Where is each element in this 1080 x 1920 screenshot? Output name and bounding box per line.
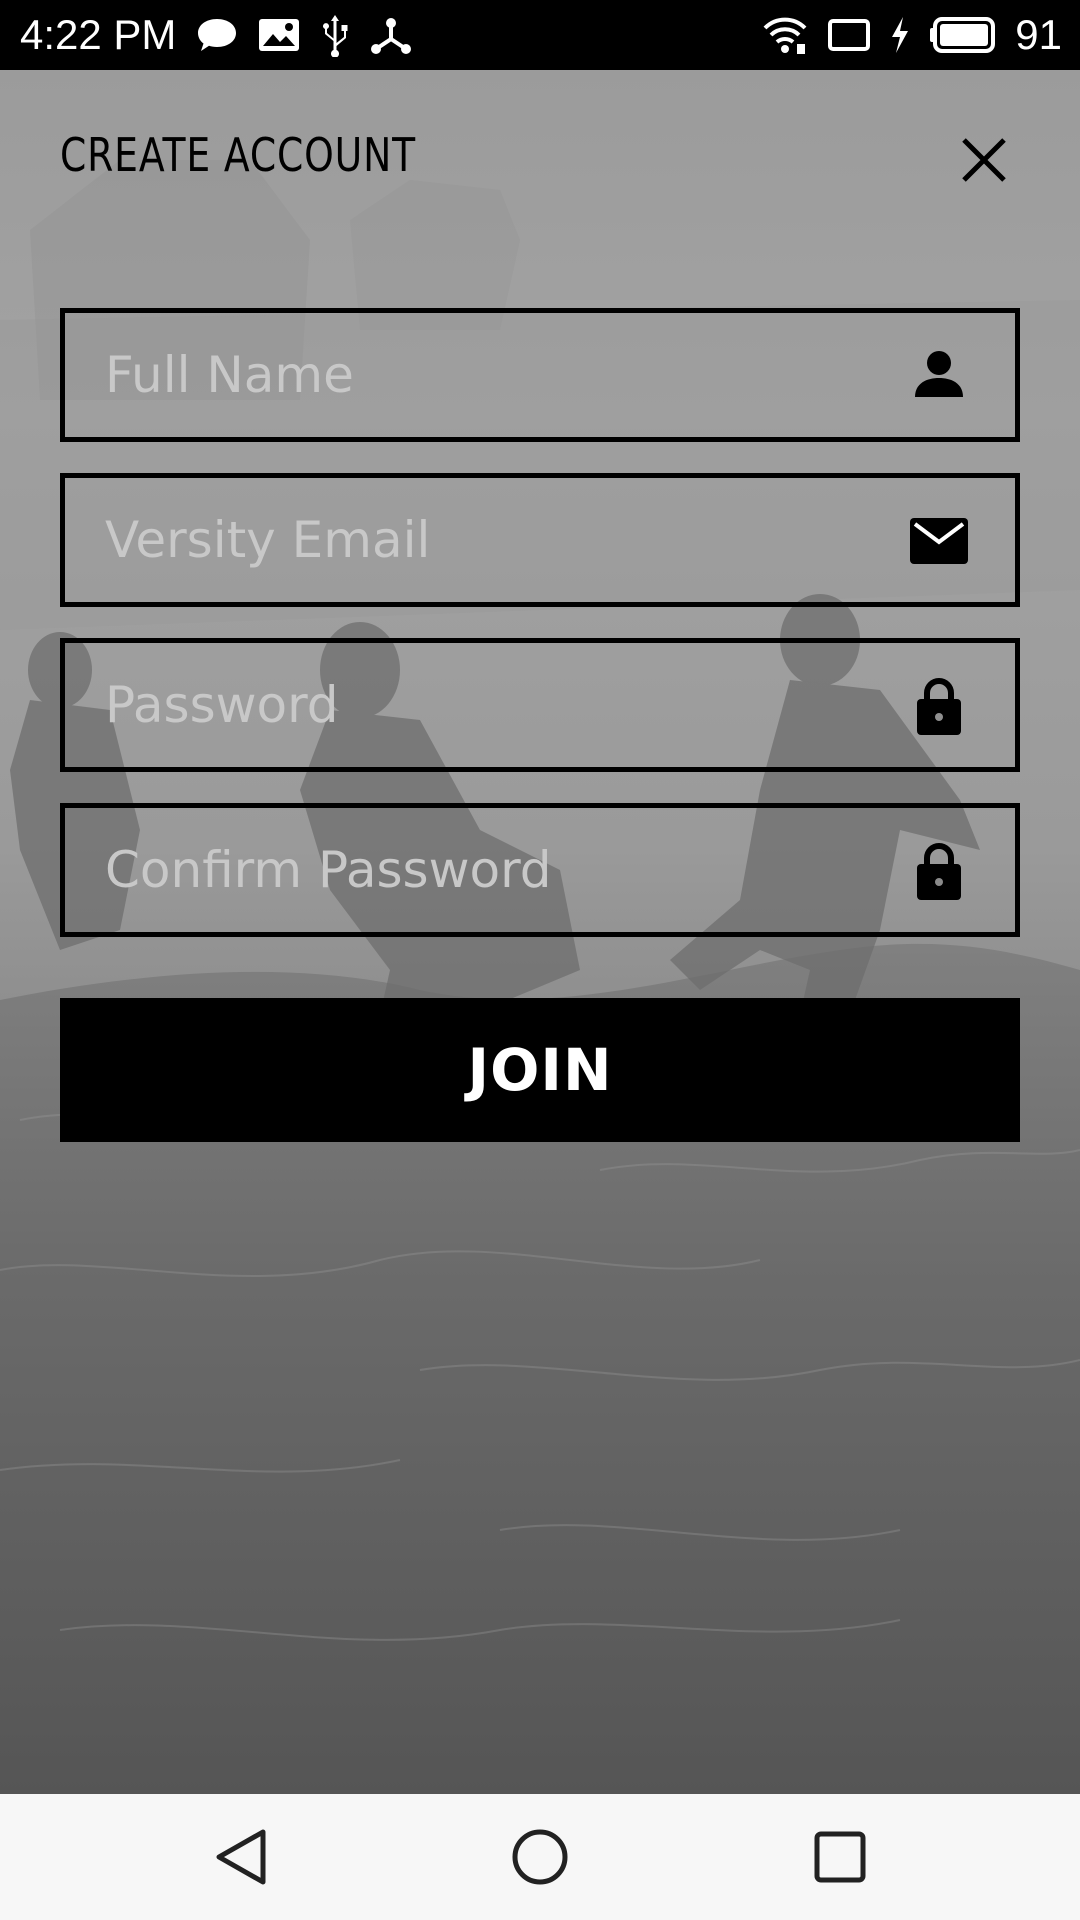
home-icon bbox=[512, 1829, 568, 1885]
password-input[interactable] bbox=[105, 643, 885, 767]
close-icon bbox=[962, 138, 1006, 182]
lock-icon bbox=[917, 678, 961, 735]
battery-percentage: 91 bbox=[1015, 11, 1062, 58]
system-status-icons: 91 bbox=[761, 8, 1062, 62]
mail-icon bbox=[910, 518, 968, 564]
status-time: 4:22 PM bbox=[20, 11, 177, 58]
charging-icon bbox=[892, 17, 909, 53]
confirm-password-input[interactable] bbox=[105, 808, 885, 932]
chat-bubble-icon bbox=[198, 19, 236, 51]
close-button[interactable] bbox=[954, 130, 1014, 190]
back-icon bbox=[216, 1829, 266, 1885]
password-field[interactable] bbox=[60, 638, 1020, 772]
join-button[interactable]: JOIN bbox=[60, 998, 1020, 1142]
confirm-password-field[interactable] bbox=[60, 803, 1020, 937]
nav-home-button[interactable] bbox=[505, 1822, 575, 1892]
person-icon bbox=[915, 351, 963, 397]
lock-icon bbox=[917, 843, 961, 900]
usb-icon bbox=[323, 15, 348, 57]
image-notification-icon bbox=[259, 19, 299, 51]
status-bar: 4:22 PM 91 bbox=[0, 0, 1080, 70]
page-title: CREATE ACCOUNT bbox=[60, 128, 416, 182]
email-field[interactable] bbox=[60, 473, 1020, 607]
recents-icon bbox=[814, 1831, 866, 1883]
battery-icon bbox=[930, 17, 996, 53]
full-name-field[interactable] bbox=[60, 308, 1020, 442]
cast-icon bbox=[828, 19, 871, 51]
notification-icons bbox=[196, 12, 412, 58]
nav-back-button[interactable] bbox=[207, 1822, 277, 1892]
nav-recents-button[interactable] bbox=[805, 1822, 875, 1892]
full-name-input[interactable] bbox=[105, 313, 885, 437]
email-input[interactable] bbox=[105, 478, 885, 602]
wifi-icon bbox=[763, 17, 807, 54]
system-nav-bar bbox=[0, 1794, 1080, 1920]
create-account-screen: 4:22 PM 91 CREATE ACCOUNT Full Name Vers… bbox=[0, 0, 1080, 1920]
network-share-icon bbox=[371, 18, 411, 54]
